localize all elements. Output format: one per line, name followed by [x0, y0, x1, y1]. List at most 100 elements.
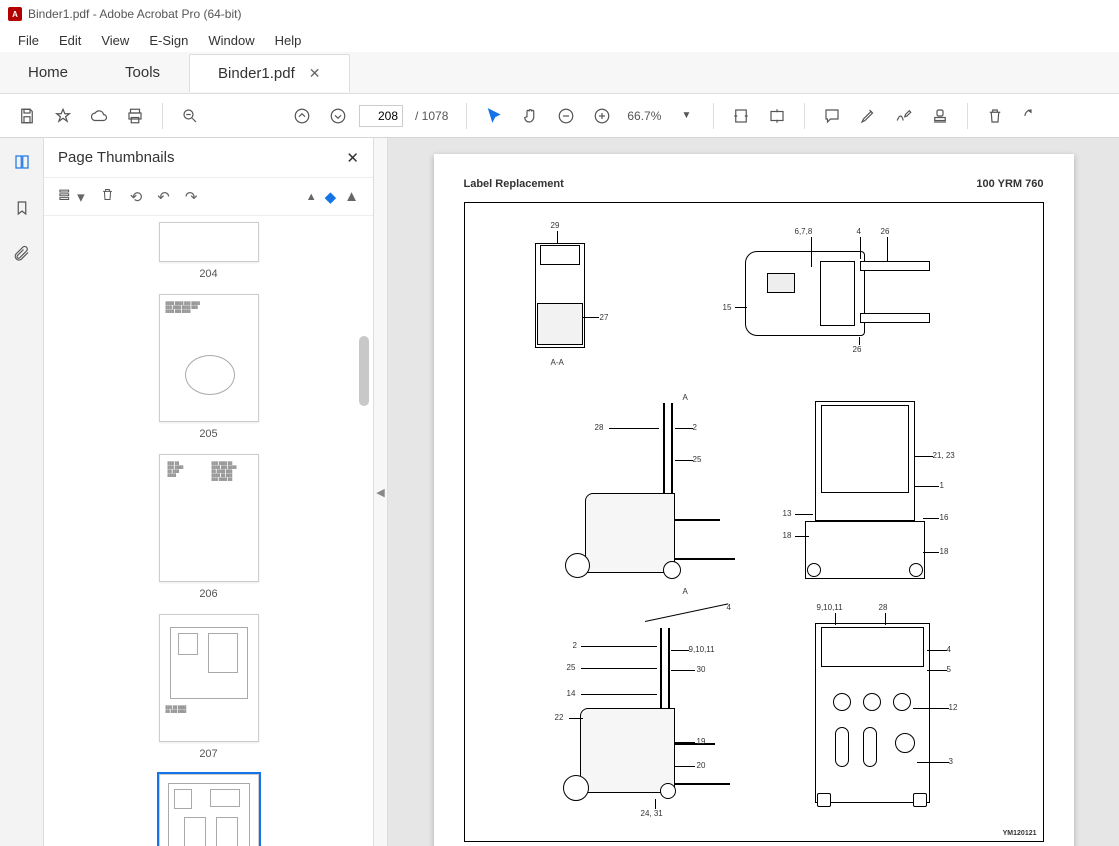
callout: 27	[600, 313, 609, 322]
close-panel-icon[interactable]: ✕	[346, 149, 359, 167]
pdf-icon: A	[8, 7, 22, 21]
main-area: Page Thumbnails ✕ ▾ ⟲ ↶ ↷ ▲ ◆ ▲ 204 ████…	[0, 138, 1119, 846]
star-icon[interactable]	[48, 101, 78, 131]
callout: 28	[595, 423, 604, 432]
menu-esign[interactable]: E-Sign	[139, 30, 198, 51]
callout: 19	[697, 737, 706, 746]
thumbnails-list[interactable]: 204 ████ ████ ███ ███████ ████ ████ ████…	[44, 216, 373, 846]
page-header-left: Label Replacement	[464, 178, 564, 190]
zoom-dropdown-icon[interactable]: ▼	[671, 101, 701, 131]
tab-tools[interactable]: Tools	[97, 54, 189, 91]
refresh-partial-icon[interactable]	[1016, 101, 1046, 131]
hand-icon[interactable]	[515, 101, 545, 131]
thumb-label: 207	[199, 748, 217, 760]
thumbnail-208[interactable]: 208	[159, 774, 259, 846]
menu-file[interactable]: File	[8, 30, 49, 51]
title-bar: A Binder1.pdf - Adobe Acrobat Pro (64-bi…	[0, 0, 1119, 28]
thumbnails-scrollbar[interactable]	[357, 216, 371, 846]
navigation-rail	[0, 138, 44, 846]
page-up-icon[interactable]	[287, 101, 317, 131]
pdf-page: Label Replacement 100 YRM 760 29 27 A-A	[434, 154, 1074, 846]
thumb-large-icon[interactable]: ▲	[344, 188, 359, 205]
trash-thumb-icon[interactable]	[100, 187, 115, 206]
thumbnails-icon[interactable]	[8, 148, 36, 176]
thumb-small-icon[interactable]: ▲	[306, 191, 317, 203]
thumbnail-204[interactable]: 204	[159, 222, 259, 280]
redo-thumb-icon[interactable]: ↷	[185, 188, 198, 206]
separator	[466, 103, 467, 129]
callout: A-A	[551, 358, 564, 367]
callout: 3	[949, 757, 953, 766]
undo-thumb-icon[interactable]: ↶	[157, 188, 170, 206]
callout: 18	[940, 547, 949, 556]
thumbnail-205[interactable]: ████ ████ ███ ███████ ████ ████ ███████ …	[159, 294, 259, 440]
callout: 25	[693, 455, 702, 464]
options-icon[interactable]: ▾	[58, 187, 85, 206]
menu-help[interactable]: Help	[265, 30, 312, 51]
zoom-level: 66.7%	[623, 109, 665, 123]
tab-home[interactable]: Home	[0, 54, 97, 91]
tab-document[interactable]: Binder1.pdf ✕	[189, 54, 349, 92]
pointer-icon[interactable]	[479, 101, 509, 131]
collapse-panel-icon[interactable]: ◀	[374, 138, 388, 846]
menu-window[interactable]: Window	[198, 30, 264, 51]
thumbnail-207[interactable]: ███ ██ ██████ ███ ████ 207	[159, 614, 259, 760]
page-total-label: / 1078	[409, 109, 454, 123]
callout: 4	[727, 603, 731, 612]
thumbnails-title: Page Thumbnails	[58, 149, 174, 166]
bookmark-icon[interactable]	[8, 194, 36, 222]
tab-tools-label: Tools	[125, 64, 160, 81]
print-icon[interactable]	[120, 101, 150, 131]
sign-icon[interactable]	[889, 101, 919, 131]
thumb-label: 205	[199, 428, 217, 440]
fit-page-icon[interactable]	[762, 101, 792, 131]
thumbnails-header: Page Thumbnails ✕	[44, 138, 373, 178]
callout: 25	[567, 663, 576, 672]
callout: 21, 23	[933, 451, 955, 460]
callout: 18	[783, 531, 792, 540]
thumb-slider-icon[interactable]: ◆	[325, 188, 337, 206]
attachment-icon[interactable]	[8, 240, 36, 268]
trash-icon[interactable]	[980, 101, 1010, 131]
rotate-thumb-icon[interactable]: ⟲	[130, 188, 143, 206]
menu-view[interactable]: View	[91, 30, 139, 51]
menu-bar: File Edit View E-Sign Window Help	[0, 28, 1119, 52]
comment-icon[interactable]	[817, 101, 847, 131]
page-number-input[interactable]	[359, 105, 403, 127]
callout: A	[683, 587, 688, 596]
separator	[162, 103, 163, 129]
tab-document-label: Binder1.pdf	[218, 65, 295, 82]
highlight-icon[interactable]	[853, 101, 883, 131]
document-viewport[interactable]: Label Replacement 100 YRM 760 29 27 A-A	[388, 138, 1119, 846]
tab-bar: Home Tools Binder1.pdf ✕	[0, 52, 1119, 94]
callout: A	[683, 393, 688, 402]
drawing-id: YM120121	[1003, 830, 1037, 837]
fit-width-icon[interactable]	[726, 101, 756, 131]
callout: 9,10,11	[817, 603, 843, 612]
stamp-icon[interactable]	[925, 101, 955, 131]
menu-edit[interactable]: Edit	[49, 30, 91, 51]
callout: 26	[881, 227, 890, 236]
cloud-icon[interactable]	[84, 101, 114, 131]
zoom-in-icon[interactable]	[587, 101, 617, 131]
callout: 24, 31	[641, 809, 663, 818]
close-icon[interactable]: ✕	[309, 65, 321, 82]
callout: 15	[723, 303, 732, 312]
figure-frame: 29 27 A-A 6,7,8 4 26 15 26	[464, 202, 1044, 842]
callout: 30	[697, 665, 706, 674]
zoom-out-icon[interactable]	[551, 101, 581, 131]
save-icon[interactable]	[12, 101, 42, 131]
callout: 12	[949, 703, 958, 712]
toolbar: / 1078 66.7% ▼	[0, 94, 1119, 138]
callout: 4	[857, 227, 861, 236]
zoom-tool-icon[interactable]	[175, 101, 205, 131]
page-down-icon[interactable]	[323, 101, 353, 131]
thumbnail-206[interactable]: ███ █████ ██████ ███████ ███ ████ ██████…	[159, 454, 259, 600]
callout: 2	[693, 423, 697, 432]
callout: 6,7,8	[795, 227, 813, 236]
window-title: Binder1.pdf - Adobe Acrobat Pro (64-bit)	[28, 7, 241, 21]
callout: 29	[551, 221, 560, 230]
callout: 1	[940, 481, 944, 490]
thumb-label: 204	[199, 268, 217, 280]
callout: 14	[567, 689, 576, 698]
